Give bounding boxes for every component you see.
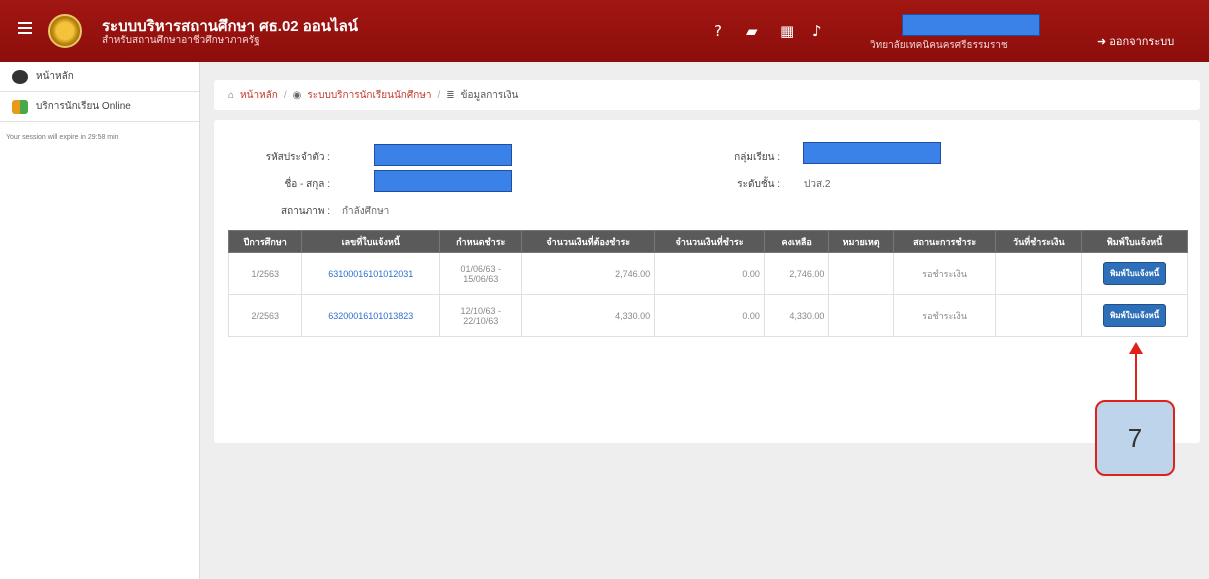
print-cell: พิมพ์ใบแจ้งหนี้ (1081, 252, 1188, 295)
session-timer: Your session will expire in 29:58 min (6, 134, 119, 141)
top-bar: ระบบบริหารสถานศึกษา ศธ.02 ออนไลน์ สำหรับ… (0, 0, 1209, 62)
column-header: กำหนดชำระ (439, 230, 523, 253)
student-name-redacted (374, 170, 512, 192)
paid-cell: 0.00 (654, 294, 765, 337)
student-name-label: ชื่อ - สกุล : (284, 179, 330, 190)
calendar-icon[interactable]: ▦ (780, 22, 794, 40)
column-header: พิมพ์ใบแจ้งหนี้ (1081, 230, 1188, 253)
logout-icon: ➜ (1097, 36, 1110, 48)
step-callout: 7 (1095, 400, 1175, 476)
callout-line (1135, 352, 1137, 400)
column-header: วันที่ชำระเงิน (995, 230, 1083, 253)
status-cell: รอชำระเงิน (892, 294, 997, 337)
student-id-label: รหัสประจำตัว : (265, 152, 330, 163)
sidebar-item-label: หน้าหลัก (36, 71, 74, 82)
users-icon (12, 99, 28, 114)
home-icon: ⌂ (228, 89, 235, 101)
due-end: 22/10/63 (463, 315, 499, 326)
level-label: ระดับชั้น : (737, 179, 780, 190)
service-icon: ◉ (292, 89, 302, 101)
student-id-redacted (374, 144, 512, 166)
print-invoice-button[interactable]: พิมพ์ใบแจ้งหนี้ (1102, 262, 1167, 285)
status-label: สถานภาพ : (281, 206, 330, 217)
sidebar-item-student-service[interactable]: บริการนักเรียน Online (0, 92, 199, 122)
sidebar-item-label: บริการนักเรียน Online (36, 101, 131, 112)
finance-panel: รหัสประจำตัว : ชื่อ - สกุล : สถานภาพ : ก… (214, 120, 1200, 443)
logout-label: ออกจากระบบ (1109, 36, 1175, 48)
breadcrumb-separator: / (437, 89, 441, 101)
paid-cell: 0.00 (654, 252, 765, 295)
amount-cell: 2,746.00 (521, 252, 656, 295)
note-cell (828, 252, 894, 295)
sidebar: หน้าหลัก บริการนักเรียน Online Your sess… (0, 62, 200, 579)
print-cell: พิมพ์ใบแจ้งหนี้ (1081, 294, 1188, 337)
status-value: กำลังศึกษา (342, 206, 390, 217)
bell-icon[interactable]: ♪ (812, 22, 822, 40)
invoice-link[interactable]: 63100016101012031 (301, 252, 441, 295)
help-icon[interactable]: ? (714, 22, 722, 40)
breadcrumb: ⌂ หน้าหลัก / ◉ ระบบบริการนักเรียนนักศึกษ… (214, 80, 1200, 110)
note-cell (828, 294, 894, 337)
amount-cell: 4,330.00 (521, 294, 656, 337)
list-icon: ≣ (446, 89, 455, 101)
status-cell: รอชำระเงิน (892, 252, 997, 295)
book-icon[interactable]: ▰ (746, 22, 758, 40)
column-header: จำนวนเงินที่ต้องชำระ (521, 230, 656, 253)
column-header: เลขที่ใบแจ้งหนี้ (301, 230, 441, 253)
paid-date-cell (995, 252, 1083, 295)
invoice-link[interactable]: 63200016101013823 (301, 294, 441, 337)
due-end: 15/06/63 (463, 273, 499, 284)
due-date-cell: 01/06/63 -15/06/63 (439, 252, 523, 295)
print-invoice-button[interactable]: พิมพ์ใบแจ้งหนี้ (1102, 304, 1167, 327)
table-header-row: ปีการศึกษา เลขที่ใบแจ้งหนี้ กำหนดชำระ จำ… (227, 230, 1188, 253)
balance-cell: 4,330.00 (763, 294, 830, 337)
logo (48, 14, 82, 48)
breadcrumb-home[interactable]: หน้าหลัก (240, 88, 278, 103)
org-name: วิทยาลัยเทคนิคนครศรีธรรมราช (870, 40, 1008, 51)
balance-cell: 2,746.00 (763, 252, 830, 295)
due-start: 12/10/63 - (460, 305, 502, 316)
year-cell: 2/2563 (227, 294, 303, 337)
menu-toggle-icon[interactable] (18, 22, 32, 34)
column-header: จำนวนเงินที่ชำระ (654, 230, 765, 253)
main-content: ⌂ หน้าหลัก / ◉ ระบบบริการนักเรียนนักศึกษ… (200, 62, 1209, 579)
user-name-redacted[interactable] (902, 14, 1040, 36)
sidebar-item-home[interactable]: หน้าหลัก (0, 62, 199, 92)
breadcrumb-current: ข้อมูลการเงิน (460, 89, 519, 101)
table-row: 2/2563 63200016101013823 12/10/63 -22/10… (227, 294, 1188, 337)
invoice-table: ปีการศึกษา เลขที่ใบแจ้งหนี้ กำหนดชำระ จำ… (227, 230, 1188, 337)
group-redacted (803, 142, 941, 164)
due-date-cell: 12/10/63 -22/10/63 (439, 294, 523, 337)
logout-button[interactable]: ➜ ออกจากระบบ (1097, 32, 1174, 50)
paid-date-cell (995, 294, 1083, 337)
due-start: 01/06/63 - (460, 263, 502, 274)
breadcrumb-section[interactable]: ระบบบริการนักเรียนนักศึกษา (307, 88, 431, 103)
app-subtitle: สำหรับสถานศึกษาอาชีวศึกษาภาครัฐ (102, 35, 260, 46)
level-value: ปวส.2 (804, 179, 831, 190)
year-cell: 1/2563 (227, 252, 303, 295)
column-header: ปีการศึกษา (227, 230, 303, 253)
column-header: หมายเหตุ (828, 230, 894, 253)
breadcrumb-separator: / (283, 89, 287, 101)
dashboard-icon (12, 69, 28, 84)
table-row: 1/2563 63100016101012031 01/06/63 -15/06… (227, 252, 1188, 295)
column-header: สถานะการชำระ (892, 230, 997, 253)
column-header: คงเหลือ (763, 230, 830, 253)
group-label: กลุ่มเรียน : (734, 152, 780, 163)
